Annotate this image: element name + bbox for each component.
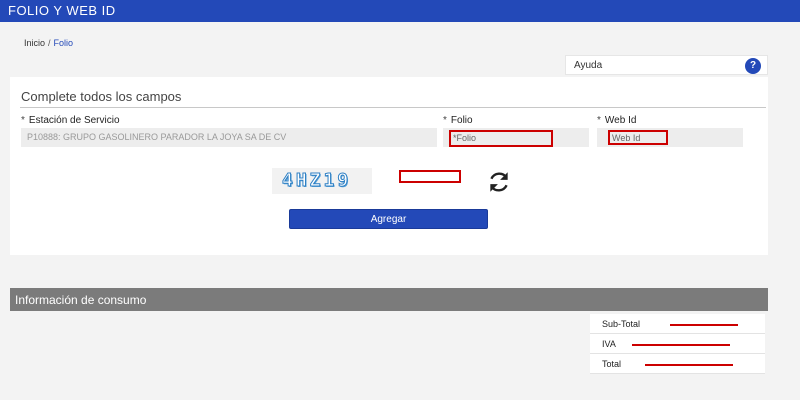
required-mark: *: [443, 115, 447, 126]
estacion-label: * Estación de Servicio: [21, 115, 120, 126]
folio-label: * Folio: [443, 115, 473, 126]
webid-label-text: Web Id: [604, 115, 637, 126]
folio-placeholder: *Folio: [453, 133, 477, 143]
webid-placeholder: Web Id: [612, 133, 641, 143]
captcha-text: 4HZ19: [281, 170, 352, 192]
webid-label: * Web Id: [597, 115, 636, 126]
webid-input[interactable]: Web Id: [608, 130, 668, 145]
estacion-field[interactable]: P10888: GRUPO GASOLINERO PARADOR LA JOYA…: [21, 128, 437, 147]
form-heading: Complete todos los campos: [21, 89, 182, 104]
folio-input[interactable]: *Folio: [449, 130, 553, 147]
iva-row: IVA: [590, 334, 765, 354]
estacion-label-text: Estación de Servicio: [28, 115, 120, 126]
help-bar[interactable]: Ayuda ?: [565, 55, 768, 75]
breadcrumb-separator: /: [48, 38, 51, 48]
total-redaction: [645, 364, 733, 366]
subtotal-row: Sub-Total: [590, 314, 765, 334]
help-label: Ayuda: [574, 60, 603, 71]
help-icon[interactable]: ?: [745, 58, 761, 74]
totals-table: Sub-Total IVA Total: [590, 314, 765, 374]
folio-field-bg: *Folio: [443, 128, 589, 147]
total-row: Total: [590, 354, 765, 374]
total-label: Total: [602, 359, 622, 369]
consumo-title: Información de consumo: [15, 293, 147, 307]
breadcrumb-current: Folio: [53, 38, 74, 48]
heading-divider: [20, 107, 766, 108]
breadcrumb: Inicio / Folio: [24, 38, 73, 48]
webid-field-bg: Web Id: [597, 128, 743, 147]
iva-label: IVA: [602, 339, 616, 349]
page-title: FOLIO Y WEB ID: [8, 3, 116, 18]
subtotal-redaction: [670, 324, 738, 326]
refresh-icon[interactable]: [486, 169, 512, 195]
captcha-input[interactable]: [399, 170, 461, 183]
required-mark: *: [21, 115, 25, 126]
iva-redaction: [632, 344, 730, 346]
folio-label-text: Folio: [450, 115, 473, 126]
consumo-header: Información de consumo: [10, 288, 768, 311]
add-button[interactable]: Agregar: [289, 209, 488, 229]
subtotal-label: Sub-Total: [602, 319, 641, 329]
form-card: Complete todos los campos * Estación de S…: [10, 77, 768, 255]
captcha-image: 4HZ19: [272, 168, 372, 194]
top-bar: FOLIO Y WEB ID: [0, 0, 800, 22]
breadcrumb-home[interactable]: Inicio: [24, 38, 45, 48]
required-mark: *: [597, 115, 601, 126]
